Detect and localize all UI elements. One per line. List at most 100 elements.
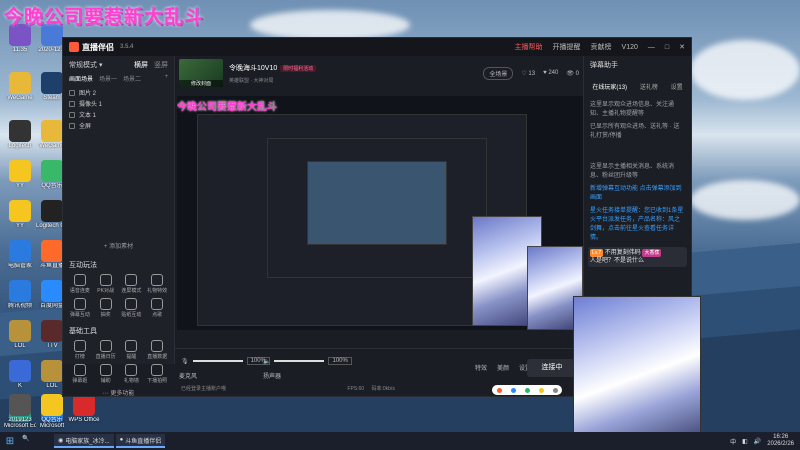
chat-username[interactable]: 不用复刻伟码 xyxy=(605,250,641,256)
tool-button[interactable]: PK对战 xyxy=(93,274,119,294)
tool-button[interactable]: 直播数据 xyxy=(144,340,170,360)
tab-settings[interactable]: 设置 xyxy=(671,82,683,91)
taskbar-app-browser[interactable]: ◉ 电脑家族_冰冷... xyxy=(54,434,114,448)
task-message[interactable]: 星火任务接单提醒：您已收到1条星火平台派发任务，产品名称：风之剑舞，点击前往星火… xyxy=(584,205,691,245)
tool-button[interactable]: 贴纸互动 xyxy=(119,298,145,318)
language-indicator[interactable]: 中 xyxy=(730,437,736,446)
checkbox-icon[interactable] xyxy=(69,122,75,129)
tab-portrait[interactable]: 竖屏 xyxy=(154,62,168,69)
desktop-icon-label: WeGame xyxy=(7,95,33,101)
network-icon[interactable]: ◧ xyxy=(742,438,748,445)
beauty-button[interactable]: 美颜 xyxy=(497,363,509,372)
maximize-icon[interactable]: □ xyxy=(665,44,669,51)
tab-gift-rank[interactable]: 送礼榜 xyxy=(640,82,658,91)
room-header: 修改封面 令晚海斗10V10 限时福利活动 英雄联盟 · 大神对局 全场景 ♡ 1… xyxy=(175,56,583,90)
tool-label: 抽奖 xyxy=(100,312,111,318)
app-titlebar: 直播伴侣 3.5.4 主播帮助 开播提醒 贡献榜 V120 — □ ✕ xyxy=(63,38,691,56)
tool-icon[interactable] xyxy=(552,387,558,393)
desktop-icon[interactable]: Logitech xyxy=(4,120,36,150)
desktop-icon[interactable]: 电脑管家 xyxy=(4,240,36,270)
remind-button[interactable]: 开播提醒 xyxy=(553,42,581,52)
system-message[interactable]: 新增弹幕互动功能 点击弹幕添加到画面 xyxy=(584,183,691,205)
app-icon xyxy=(9,120,31,142)
tool-button[interactable]: 抽奖 xyxy=(93,298,119,318)
app-icon xyxy=(9,280,31,302)
app-icon xyxy=(41,394,63,416)
more-features-button[interactable]: ⋯ 更多功能 xyxy=(63,388,174,397)
desktop-icon[interactable]: 腾讯视频 xyxy=(4,280,36,310)
minimize-icon[interactable]: — xyxy=(648,44,655,51)
go-live-button[interactable]: 连接中 xyxy=(527,359,577,377)
mic-slider[interactable] xyxy=(192,360,243,362)
stream-preview[interactable]: 今晚公司要惹新大乱斗 xyxy=(177,96,583,330)
help-button[interactable]: 主播帮助 xyxy=(515,42,543,52)
mic-icon[interactable]: 🎙 xyxy=(181,358,189,365)
tool-label: 弹幕互动 xyxy=(69,312,90,318)
contrib-button[interactable]: 贡献榜 xyxy=(591,42,612,52)
desktop-icon[interactable]: K xyxy=(4,360,36,390)
room-category[interactable]: 英雄联盟 · 大神对局 xyxy=(229,77,316,84)
windows-start-icon[interactable]: ⊞ xyxy=(0,436,20,447)
tool-icon[interactable] xyxy=(524,387,530,393)
desktop-icon[interactable]: YY xyxy=(4,160,36,190)
volume-icon[interactable]: 🔊 xyxy=(754,438,761,445)
close-icon[interactable]: ✕ xyxy=(679,43,685,51)
tool-button[interactable]: 连屏模式 xyxy=(119,274,145,294)
taskbar-app-douyu[interactable]: ● 斗鱼直播伴侣 xyxy=(115,434,166,448)
desktop-icon[interactable]: LOL xyxy=(4,320,36,350)
tool-icon xyxy=(151,274,164,286)
event-tag[interactable]: 限时福利活动 xyxy=(280,64,317,72)
desktop-icon[interactable]: WeGame xyxy=(4,72,36,102)
scene-tab-3[interactable]: 场景二 xyxy=(123,74,141,83)
tool-label: 打榜 xyxy=(74,354,85,360)
app-icon xyxy=(41,320,63,342)
mode-select[interactable]: 常规模式 ▾ xyxy=(69,60,102,70)
tool-icon[interactable] xyxy=(496,387,502,393)
source-item[interactable]: 图片 2 xyxy=(69,87,168,98)
desktop-icon[interactable]: 2019123 xyxy=(4,394,36,424)
tool-button[interactable]: 礼物特效 xyxy=(144,274,170,294)
desktop-icon[interactable]: YY xyxy=(4,200,36,230)
floating-toolbar[interactable] xyxy=(492,385,562,395)
speaker-volume[interactable]: 100% xyxy=(328,357,352,365)
scene-tab-2[interactable]: 场景一 xyxy=(99,74,117,83)
tool-button[interactable]: 弹幕互动 xyxy=(67,298,93,318)
source-item[interactable]: 文本 1 xyxy=(69,109,168,120)
viewer-count: 👁 0 xyxy=(566,70,579,77)
speaker-slider[interactable] xyxy=(274,360,325,362)
room-title[interactable]: 令晚海斗10V10 xyxy=(229,65,277,72)
clock[interactable]: 16:26 2026/2/26 xyxy=(767,434,794,448)
tool-button[interactable]: 下播拍照 xyxy=(144,364,170,384)
search-icon[interactable]: 🔍 xyxy=(22,435,52,447)
tab-landscape[interactable]: 横屏 xyxy=(134,62,148,69)
tool-icon[interactable] xyxy=(510,387,516,393)
tool-button[interactable]: 辅助 xyxy=(93,364,119,384)
source-item[interactable]: 全屏 xyxy=(69,120,168,131)
desktop-icon[interactable]: QQ音乐 xyxy=(36,394,68,424)
checkbox-icon[interactable] xyxy=(69,89,75,96)
add-source-button[interactable]: + 添加素材 xyxy=(69,241,168,250)
scene-tab-1[interactable]: 画面场景 xyxy=(69,74,93,83)
checkbox-icon[interactable] xyxy=(69,111,75,118)
tool-button[interactable]: 直播日历 xyxy=(93,340,119,360)
effects-button[interactable]: 特效 xyxy=(475,363,487,372)
tool-button[interactable]: 礼物墙 xyxy=(119,364,145,384)
tool-button[interactable]: 语音连麦 xyxy=(67,274,93,294)
tool-button[interactable]: 提醒 xyxy=(119,340,145,360)
source-item[interactable]: 摄像头 1 xyxy=(69,98,168,109)
tool-icon[interactable] xyxy=(538,387,544,393)
checkbox-icon[interactable] xyxy=(69,100,75,107)
desktop-icon[interactable]: WPS Office xyxy=(68,394,100,424)
scene-settings-button[interactable]: 全场景 xyxy=(483,66,514,80)
speaker-icon[interactable]: 🔈 xyxy=(263,358,270,365)
tool-icon xyxy=(73,364,86,376)
add-scene-icon[interactable]: + xyxy=(164,74,168,83)
tool-button[interactable]: 弹幕姬 xyxy=(67,364,93,384)
tool-icon xyxy=(99,298,112,310)
tool-button[interactable]: 点歌 xyxy=(144,298,170,318)
chat-message[interactable]: Lv.7 不用复刻伟码 大香蕉 人是吧？不是说什么 xyxy=(588,247,687,267)
room-cover[interactable]: 修改封面 xyxy=(179,59,223,87)
tool-button[interactable]: 打榜 xyxy=(67,340,93,360)
system-message: 这里显示观众进场信息、关注通知、主播礼物提醒等 xyxy=(590,102,675,117)
tab-online-users[interactable]: 在线玩家(13) xyxy=(592,82,627,91)
